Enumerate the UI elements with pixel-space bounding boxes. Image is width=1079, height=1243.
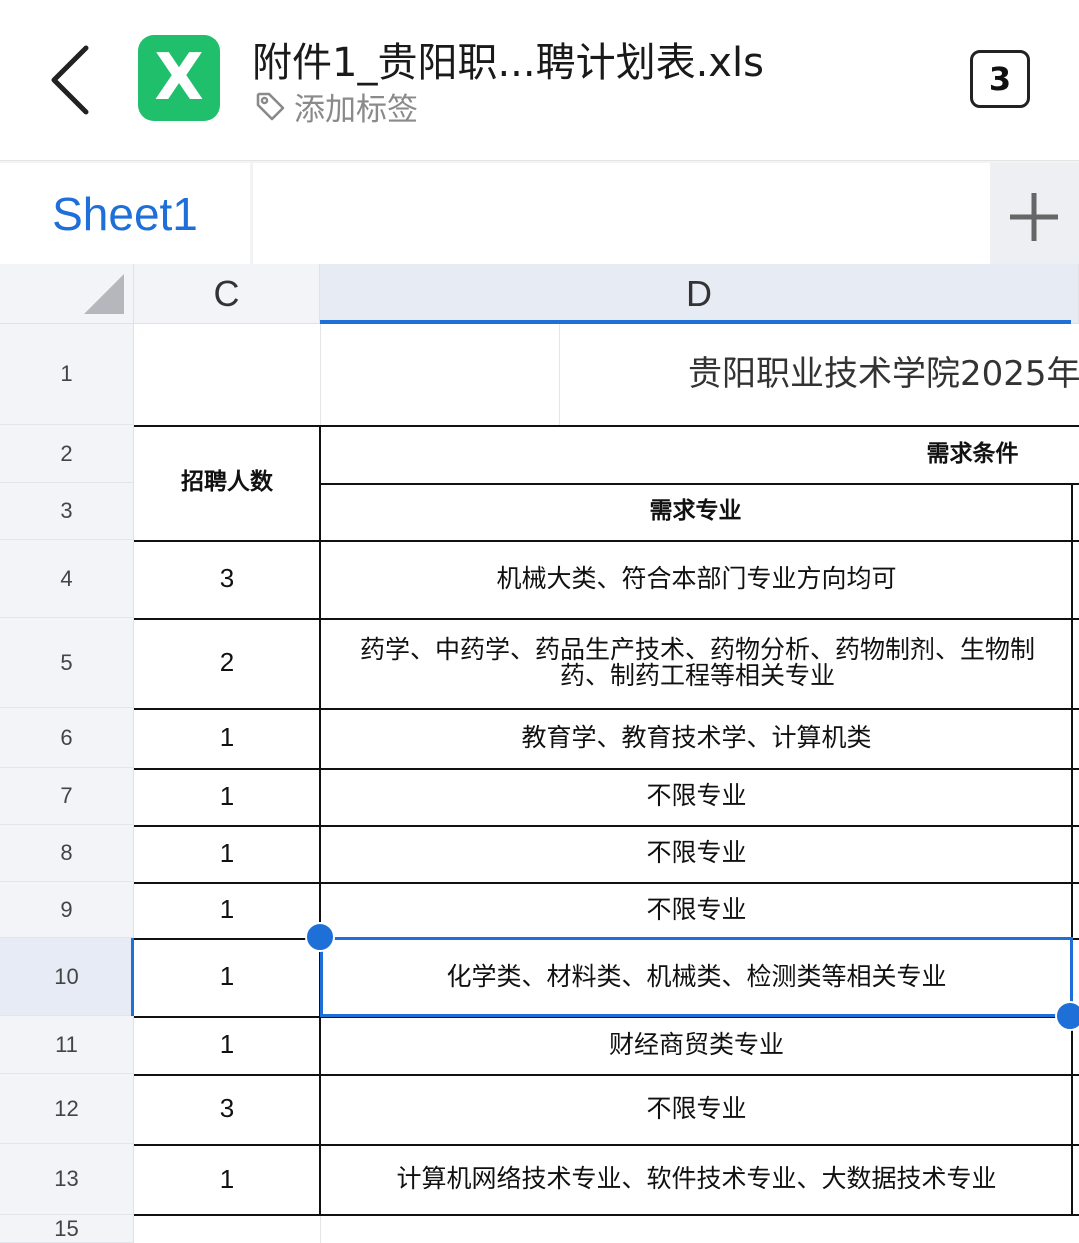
back-button[interactable] [40,40,100,120]
table-border [134,708,1079,710]
cell-count[interactable]: 2 [134,618,320,708]
tag-icon [256,92,285,121]
table-border [134,1074,1079,1076]
spreadsheet-grid[interactable]: C D 1 2 3 4 5 6 7 8 9 10 11 12 13 15 贵阳职… [0,264,1079,1243]
top-bar: X 附件1_贵阳职...聘计划表.xls 添加标签 3 [0,0,1079,160]
cell-selection-frame [320,937,1073,1017]
header-requirements[interactable]: 需求条件 [880,425,1065,483]
row-header-12[interactable]: 12 [0,1074,134,1144]
cell-major[interactable]: 计算机网络技术专业、软件技术专业、大数据技术专业 [322,1144,1071,1215]
select-all-icon [84,274,124,314]
table-border [319,425,321,1215]
cell-major[interactable]: 财经商贸类专业 [322,1016,1071,1074]
add-sheet-button[interactable] [990,163,1079,265]
row-header-10[interactable]: 10 [0,938,134,1016]
header-recruit-count[interactable]: 招聘人数 [134,425,320,540]
excel-file-icon: X [138,35,220,121]
table-border [1071,483,1073,1215]
cell-count[interactable]: 3 [134,540,320,618]
add-tag-button[interactable]: 添加标签 [254,86,418,128]
row-header-4[interactable]: 4 [0,540,134,618]
row-header-9[interactable]: 9 [0,882,134,938]
cell-count[interactable]: 1 [134,1016,320,1074]
row-header-7[interactable]: 7 [0,768,134,825]
selection-handle-top-left[interactable] [305,922,335,952]
table-border [134,825,1079,827]
cell-count[interactable]: 3 [134,1074,320,1144]
cell-count[interactable]: 1 [134,708,320,768]
cell-major[interactable]: 不限专业 [322,825,1071,882]
window-count-button[interactable]: 3 [970,50,1030,108]
tab-bar-spacer [253,163,990,265]
cell-major[interactable]: 机械大类、符合本部门专业方向均可 [322,540,1071,618]
table-border [134,618,1079,620]
column-header-c[interactable]: C [134,264,320,324]
tab-sheet1[interactable]: Sheet1 [0,163,250,265]
row-header-5[interactable]: 5 [0,618,134,708]
row-header-3[interactable]: 3 [0,483,134,540]
cell-count[interactable]: 1 [134,938,320,1016]
column-header-d[interactable]: D [320,264,1079,324]
cell-major[interactable]: 不限专业 [322,1074,1071,1144]
row-header-11[interactable]: 11 [0,1016,134,1074]
row-header-1[interactable]: 1 [0,324,134,425]
file-name: 附件1_贵阳职...聘计划表.xls [252,40,764,86]
table-border [134,540,1079,542]
chevron-left-icon [51,45,89,115]
table-border [134,425,1079,427]
plus-icon [1010,193,1058,241]
header-major[interactable]: 需求专业 [320,483,1071,540]
cell-major[interactable]: 教育学、教育技术学、计算机类 [322,708,1071,768]
select-all-corner[interactable] [0,264,134,324]
cell-major[interactable]: 不限专业 [322,768,1071,825]
row-header-13[interactable]: 13 [0,1144,134,1215]
table-border [134,768,1079,770]
selection-handle-bottom-right[interactable] [1055,1001,1079,1031]
table-border [134,1214,1079,1216]
cell-major[interactable]: 药学、中药学、药品生产技术、药物分析、药物制剂、生物制药、制药工程等相关专业 [340,618,1055,708]
cell-count[interactable]: 1 [134,1144,320,1215]
row-header-8[interactable]: 8 [0,825,134,882]
cell-major[interactable]: 不限专业 [322,882,1071,938]
row-header-6[interactable]: 6 [0,708,134,768]
table-border [320,483,1079,485]
cell-count[interactable]: 1 [134,768,320,825]
sheet-tab-bar: Sheet1 [0,160,1079,265]
cell-count[interactable]: 1 [134,825,320,882]
sheet-title[interactable]: 贵阳职业技术学院2025年 [688,324,1079,425]
cell-count[interactable]: 1 [134,882,320,938]
table-border [134,1144,1079,1146]
add-tag-label: 添加标签 [294,91,418,128]
row-header-15[interactable]: 15 [0,1215,134,1243]
row-header-2[interactable]: 2 [0,425,134,483]
table-border [134,882,1079,884]
